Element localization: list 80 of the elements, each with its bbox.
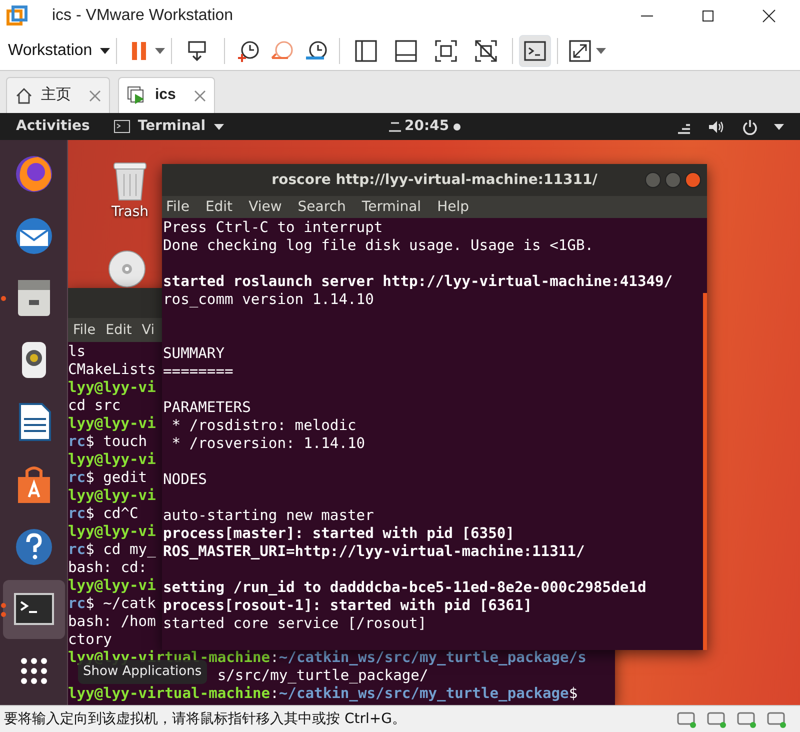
activities-button[interactable]: Activities (16, 116, 90, 137)
panel-icon[interactable] (394, 39, 418, 63)
terminal-line: NODES (163, 471, 207, 489)
terminal-line: cd src (68, 397, 121, 415)
terminal-line: rc$ cd my_ (68, 541, 156, 559)
input-method-icon (388, 122, 400, 132)
menu-item[interactable]: Terminal (362, 196, 422, 218)
app-logo-icon (6, 5, 28, 27)
volume-icon[interactable] (708, 118, 726, 134)
terminal-line: lyy@lyy-virtual-machine:~/catkin_ws/src/my_turtle_package$ (68, 685, 578, 703)
terminal-line: Press Ctrl-C to interrupt (163, 219, 383, 237)
terminal-title: roscore http://lyy-virtual-machine:11311/ (272, 170, 598, 190)
terminal-line: started core service [/rosout] (163, 615, 427, 633)
clock[interactable]: 20:45 (404, 116, 450, 137)
dock-item[interactable] (2, 580, 64, 639)
terminal-line: lyy@lyy-vi (68, 487, 156, 505)
terminal-line: CMakeLists (68, 361, 156, 379)
terminal-line: lyy@lyy-vi (68, 577, 156, 595)
caret-icon[interactable] (596, 48, 606, 54)
terminal-line: setting /run_id to dadddcba-bce5-11ed-8e2e-000c2985de1d (163, 579, 646, 597)
caret-icon[interactable] (155, 48, 166, 54)
menu-item[interactable]: File (166, 196, 190, 218)
terminal-line: rc$ touch (68, 433, 148, 451)
menu-item[interactable]: View (248, 196, 282, 218)
terminal-line: * /rosdistro: melodic (170, 417, 356, 435)
scrollbar[interactable] (703, 293, 707, 650)
terminal-line: process[master]: started with pid [6350] (163, 525, 514, 543)
status-message: 要将输入定向到该虚拟机，请将鼠标指针移入其中或按 Ctrl+G。 (4, 710, 407, 728)
clock-plus-icon[interactable] (236, 39, 260, 63)
caret-icon[interactable] (774, 124, 784, 130)
terminal-line: auto-starting new master (163, 507, 374, 525)
terminal-line: process[rosout-1]: started with pid [6361] (163, 597, 532, 615)
terminal-line: SUMMARY (163, 345, 225, 363)
power-icon[interactable] (742, 118, 758, 134)
expand-icon[interactable] (568, 39, 592, 63)
maximize-icon[interactable] (702, 10, 714, 22)
terminal-line: bash: /hom (68, 613, 156, 631)
menu-item[interactable]: Help (437, 196, 469, 218)
terminal-line: ls (68, 343, 86, 361)
terminal-line: lyy@lyy-vi (68, 379, 156, 397)
notification-dot-icon (453, 122, 462, 130)
menu-item[interactable]: Vi (142, 320, 154, 340)
window-title: ics - VMware Workstation (52, 6, 234, 26)
tab[interactable]: 主页 (6, 77, 110, 113)
terminal-line: s/src/my_turtle_package/ (217, 667, 428, 685)
terminal-line: Done checking log file disk usage. Usage is <1GB. (163, 237, 594, 255)
terminal-line: lyy@lyy-vi (68, 415, 156, 433)
terminal-line: lyy@lyy-vi (68, 523, 156, 541)
running-indicator (0, 296, 6, 302)
terminal-line: bash: cd: (68, 559, 148, 577)
terminal-line: PARAMETERS (163, 399, 251, 417)
caret-icon (214, 124, 224, 130)
terminal-line: * /rosversion: 1.14.10 (170, 435, 366, 453)
terminal-icon (114, 120, 130, 133)
tab[interactable]: ics (118, 77, 215, 113)
workstation-menu[interactable]: Workstation (8, 39, 110, 63)
menu-item[interactable]: Edit (106, 320, 132, 340)
close-icon[interactable] (762, 9, 776, 23)
crossed-square-icon[interactable] (474, 39, 498, 63)
close-button[interactable] (685, 172, 701, 188)
icon-label: Trash (112, 203, 148, 222)
terminal-line: lyy@lyy-vi (68, 451, 156, 469)
terminal-line: ROS_MASTER_URI=http://lyy-virtual-machine:11311/ (163, 543, 585, 561)
caret-icon (100, 48, 110, 54)
terminal-line: rc$ gedit (68, 469, 148, 487)
menu-item[interactable]: Edit (205, 196, 233, 218)
console-button[interactable] (519, 35, 552, 67)
terminal-line: started roslaunch server http://lyy-virtual-machine:41349/ (163, 273, 673, 291)
fullscreen-icon[interactable] (434, 39, 458, 63)
sidebar-icon[interactable] (354, 39, 378, 63)
menu-item[interactable]: File (73, 320, 96, 340)
menu-item[interactable]: Search (298, 196, 346, 218)
terminal-line: ctory (68, 631, 112, 649)
terminal-icon (524, 40, 546, 62)
terminal-line: ros_comm version 1.14.10 (163, 291, 374, 309)
terminal-line: rc$ cd^C (68, 505, 138, 523)
app-menu[interactable]: Terminal (114, 116, 224, 137)
terminal-line: rc$ ~/catk (68, 595, 156, 613)
home-icon (15, 86, 33, 104)
terminal-line: ======== (163, 363, 234, 381)
